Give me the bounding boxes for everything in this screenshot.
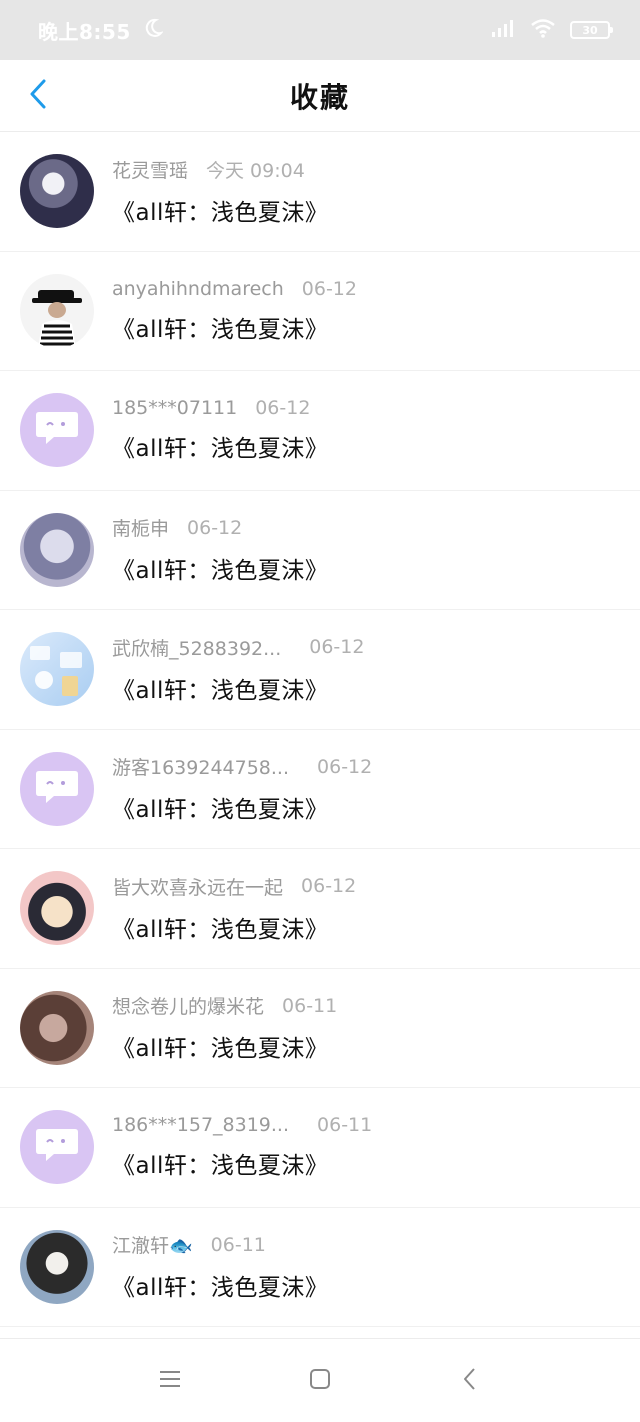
item-date: 06-11 (282, 994, 338, 1017)
avatar[interactable] (20, 632, 94, 707)
user-name[interactable]: 想念卷儿的爆米花 (112, 992, 264, 1019)
chat-bubble-icon (34, 767, 80, 811)
list-item[interactable]: 江澈轩🐟 06-11 《all轩：浅色夏沫》 (0, 1208, 640, 1327)
list-item[interactable]: 南栀申 06-12 《all轩：浅色夏沫》 (0, 491, 640, 610)
status-left: 晚上8:55 (38, 16, 164, 45)
item-meta: anyahihndmarech 06-12 (112, 278, 357, 300)
list-item[interactable]: 186***157_8319... 06-11 《all轩：浅色夏沫》 (0, 1088, 640, 1208)
avatar[interactable] (20, 1110, 94, 1185)
item-title[interactable]: 《all轩：浅色夏沫》 (112, 1268, 328, 1302)
user-name[interactable]: 游客1639244758... (112, 753, 289, 780)
status-time: 晚上8:55 (38, 19, 131, 44)
item-content: 南栀申 06-12 《all轩：浅色夏沫》 (112, 514, 328, 585)
avatar[interactable] (20, 751, 94, 826)
menu-button[interactable] (150, 1361, 190, 1401)
status-bar: 晚上8:55 30 (0, 0, 640, 60)
app-header: 收藏 (0, 60, 640, 132)
item-title[interactable]: 《all轩：浅色夏沫》 (112, 429, 328, 463)
triangle-back-icon (462, 1367, 478, 1395)
user-name[interactable]: 186***157_8319... (112, 1114, 289, 1136)
item-content: 武欣楠_5288392... 06-12 《all轩：浅色夏沫》 (112, 634, 364, 705)
item-meta: 南栀申 06-12 (112, 514, 328, 541)
user-name[interactable]: 185***07111 (112, 397, 237, 419)
avatar[interactable] (20, 990, 94, 1065)
item-date: 06-12 (301, 277, 357, 300)
list-item[interactable]: 185***07111 06-12 《all轩：浅色夏沫》 (0, 371, 640, 491)
list-item[interactable]: 皆大欢喜永远在一起 06-12 《all轩：浅色夏沫》 (0, 849, 640, 969)
item-date: 06-11 (210, 1233, 266, 1256)
user-name[interactable]: 武欣楠_5288392... (112, 634, 281, 661)
chevron-left-icon (28, 78, 48, 114)
list-item[interactable]: 游客1639244758... 06-12 《all轩：浅色夏沫》 (0, 730, 640, 849)
list-item[interactable]: 花灵雪瑶 今天 09:04 《all轩：浅色夏沫》 (0, 132, 640, 252)
moon-icon (143, 18, 164, 43)
avatar[interactable] (20, 154, 94, 229)
item-date: 06-12 (255, 397, 311, 420)
chat-bubble-icon (34, 408, 80, 452)
battery-level: 30 (582, 23, 598, 37)
system-nav-bar (0, 1338, 640, 1422)
menu-icon (158, 1369, 182, 1393)
home-button[interactable] (300, 1361, 340, 1401)
item-title[interactable]: 《all轩：浅色夏沫》 (112, 193, 328, 227)
item-date: 今天 09:04 (206, 159, 305, 182)
item-content: 想念卷儿的爆米花 06-11 《all轩：浅色夏沫》 (112, 992, 337, 1063)
status-right: 30 (490, 18, 613, 42)
user-name[interactable]: 皆大欢喜永远在一起 (112, 873, 283, 900)
item-meta: 186***157_8319... 06-11 (112, 1114, 372, 1136)
user-name[interactable]: 南栀申 (112, 514, 169, 541)
avatar[interactable] (20, 512, 94, 587)
item-date: 06-12 (317, 755, 373, 778)
user-name[interactable]: 江澈轩🐟 (112, 1231, 193, 1258)
page-title: 收藏 (289, 80, 350, 114)
item-meta: 185***07111 06-12 (112, 397, 328, 419)
item-meta: 皆大欢喜永远在一起 06-12 (112, 873, 356, 900)
item-content: 江澈轩🐟 06-11 《all轩：浅色夏沫》 (112, 1231, 328, 1302)
item-content: 游客1639244758... 06-12 《all轩：浅色夏沫》 (112, 753, 372, 824)
item-content: 185***07111 06-12 《all轩：浅色夏沫》 (112, 397, 328, 463)
item-title[interactable]: 《all轩：浅色夏沫》 (112, 310, 357, 344)
item-date: 06-12 (301, 875, 357, 898)
chat-bubble-icon (34, 1125, 80, 1169)
avatar[interactable] (20, 1229, 94, 1304)
item-meta: 江澈轩🐟 06-11 (112, 1231, 328, 1258)
list-item[interactable]: 想念卷儿的爆米花 06-11 《all轩：浅色夏沫》 (0, 969, 640, 1088)
user-name[interactable]: anyahihndmarech (112, 278, 284, 300)
square-home-icon (308, 1367, 332, 1395)
battery-icon: 30 (570, 21, 613, 39)
item-title[interactable]: 《all轩：浅色夏沫》 (112, 790, 372, 824)
item-meta: 武欣楠_5288392... 06-12 (112, 634, 364, 661)
signal-icon (490, 18, 516, 42)
item-meta: 花灵雪瑶 今天 09:04 (112, 156, 328, 183)
item-content: 花灵雪瑶 今天 09:04 《all轩：浅色夏沫》 (112, 156, 328, 227)
list-item[interactable]: 武欣楠_5288392... 06-12 《all轩：浅色夏沫》 (0, 610, 640, 730)
item-title[interactable]: 《all轩：浅色夏沫》 (112, 551, 328, 585)
avatar[interactable] (20, 393, 94, 468)
item-meta: 游客1639244758... 06-12 (112, 753, 372, 780)
item-title[interactable]: 《all轩：浅色夏沫》 (112, 1029, 337, 1063)
item-content: anyahihndmarech 06-12 《all轩：浅色夏沫》 (112, 278, 357, 344)
item-title[interactable]: 《all轩：浅色夏沫》 (112, 1146, 372, 1180)
item-date: 06-12 (309, 636, 365, 659)
item-date: 06-12 (187, 516, 243, 539)
item-content: 186***157_8319... 06-11 《all轩：浅色夏沫》 (112, 1114, 372, 1180)
avatar[interactable] (20, 273, 94, 348)
item-content: 皆大欢喜永远在一起 06-12 《all轩：浅色夏沫》 (112, 873, 356, 944)
item-date: 06-11 (317, 1114, 373, 1137)
back-button[interactable] (20, 78, 56, 114)
item-title[interactable]: 《all轩：浅色夏沫》 (112, 910, 356, 944)
list-item[interactable]: anyahihndmarech 06-12 《all轩：浅色夏沫》 (0, 252, 640, 371)
item-title[interactable]: 《all轩：浅色夏沫》 (112, 671, 364, 705)
system-back-button[interactable] (450, 1361, 490, 1401)
user-name[interactable]: 花灵雪瑶 (112, 156, 188, 183)
favorites-list: 花灵雪瑶 今天 09:04 《all轩：浅色夏沫》 anyahihndmarec… (0, 132, 640, 1327)
avatar[interactable] (20, 871, 94, 946)
item-meta: 想念卷儿的爆米花 06-11 (112, 992, 337, 1019)
wifi-icon (530, 18, 556, 42)
